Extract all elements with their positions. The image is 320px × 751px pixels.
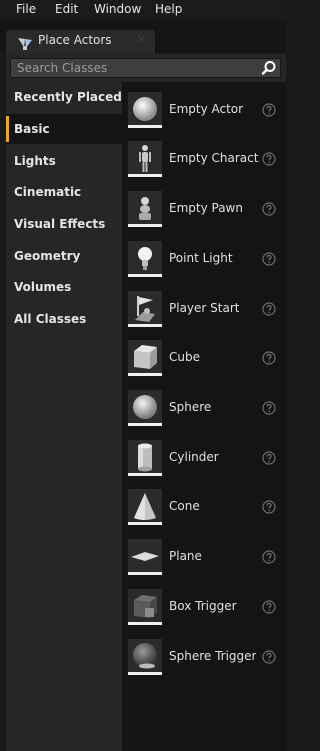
tab-label: Place Actors — [38, 33, 112, 47]
help-icon[interactable] — [262, 152, 276, 166]
help-icon[interactable] — [262, 252, 276, 266]
search-input[interactable] — [11, 59, 257, 77]
cube-icon — [128, 340, 162, 376]
actor-item-plane[interactable]: Plane — [122, 531, 286, 580]
actor-label: Cylinder — [169, 450, 219, 464]
actor-item-box-trigger[interactable]: Box Trigger — [122, 581, 286, 630]
actor-label: Point Light — [169, 251, 233, 265]
light-bulb-icon — [128, 241, 162, 277]
actor-item-player-start[interactable]: Player Start — [122, 283, 286, 332]
category-volumes[interactable]: Volumes — [6, 272, 122, 302]
category-all-classes[interactable]: All Classes — [6, 304, 122, 334]
actor-label: Empty Actor — [169, 102, 244, 116]
category-sidebar: Recently Placed Basic Lights Cinematic V… — [6, 82, 122, 751]
category-geometry[interactable]: Geometry — [6, 241, 122, 271]
search-box — [10, 58, 281, 78]
cone-icon — [128, 489, 162, 525]
actor-item-cube[interactable]: Cube — [122, 332, 286, 381]
actor-label: Empty Pawn — [169, 201, 243, 215]
actor-list: Empty Actor Empty Character Empty Pawn P… — [122, 82, 286, 751]
player-start-icon — [128, 291, 162, 327]
tab-close-button[interactable]: × — [136, 32, 147, 47]
help-icon[interactable] — [262, 351, 276, 365]
cylinder-icon — [128, 440, 162, 476]
sphere-icon — [128, 92, 162, 128]
help-icon[interactable] — [262, 302, 276, 316]
menu-bar: File Edit Window Help — [0, 0, 286, 20]
sphere-trigger-icon — [128, 639, 162, 675]
sphere-icon — [128, 390, 162, 426]
help-icon[interactable] — [262, 103, 276, 117]
actor-label: Sphere — [169, 400, 212, 414]
menu-file[interactable]: File — [16, 2, 36, 16]
plane-icon — [128, 539, 162, 575]
help-icon[interactable] — [262, 401, 276, 415]
actor-label: Plane — [169, 549, 202, 563]
actor-label: Cone — [169, 499, 200, 513]
actor-item-empty-character[interactable]: Empty Character — [122, 133, 286, 182]
actor-item-empty-pawn[interactable]: Empty Pawn — [122, 183, 286, 232]
help-icon[interactable] — [262, 451, 276, 465]
actor-label: Player Start — [169, 301, 240, 315]
actor-label: Box Trigger — [169, 599, 237, 613]
category-lights[interactable]: Lights — [6, 146, 122, 176]
category-recently-placed[interactable]: Recently Placed — [6, 82, 122, 112]
actor-item-point-light[interactable]: Point Light — [122, 233, 286, 282]
actor-item-cylinder[interactable]: Cylinder — [122, 432, 286, 481]
search-icon[interactable] — [261, 60, 277, 76]
box-trigger-icon — [128, 589, 162, 625]
actor-label: Cube — [169, 350, 200, 364]
help-icon[interactable] — [262, 202, 276, 216]
help-icon[interactable] — [262, 500, 276, 514]
pawn-icon — [128, 191, 162, 227]
actor-label: Empty Character — [169, 151, 259, 165]
actor-item-sphere-trigger[interactable]: Sphere Trigger — [122, 631, 286, 680]
actor-item-cone[interactable]: Cone — [122, 481, 286, 530]
place-actors-icon — [18, 38, 32, 50]
help-icon[interactable] — [262, 550, 276, 564]
category-basic[interactable]: Basic — [6, 114, 122, 144]
actor-item-sphere[interactable]: Sphere — [122, 382, 286, 431]
category-visual-effects[interactable]: Visual Effects — [6, 209, 122, 239]
menu-edit[interactable]: Edit — [55, 2, 78, 16]
tab-place-actors[interactable]: Place Actors × — [6, 30, 155, 54]
actor-label: Sphere Trigger — [169, 649, 257, 663]
menu-help[interactable]: Help — [155, 2, 182, 16]
mannequin-icon — [128, 141, 162, 177]
menu-window[interactable]: Window — [94, 2, 141, 16]
actor-item-empty-actor[interactable]: Empty Actor — [122, 84, 286, 133]
category-cinematic[interactable]: Cinematic — [6, 177, 122, 207]
help-icon[interactable] — [262, 600, 276, 614]
help-icon[interactable] — [262, 650, 276, 664]
